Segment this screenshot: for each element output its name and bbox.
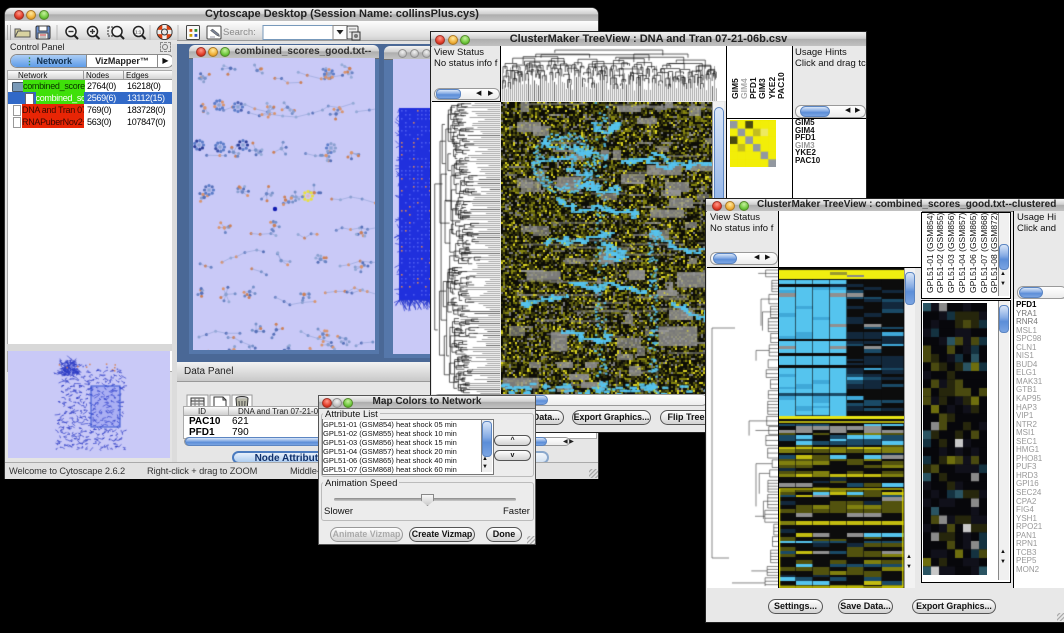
svg-text:1:1: 1:1 (135, 30, 142, 35)
svg-text:Search:: Search: (223, 27, 256, 38)
